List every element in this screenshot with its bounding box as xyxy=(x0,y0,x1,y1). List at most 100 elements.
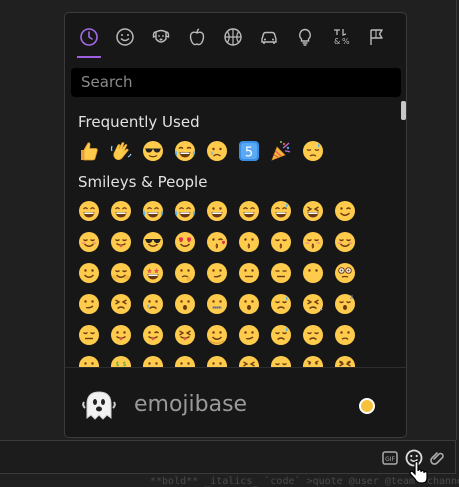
tab-food-drink[interactable] xyxy=(179,13,215,61)
emoji-waving-hand[interactable] xyxy=(105,135,137,166)
symbols-icon: &% xyxy=(334,29,350,46)
smileys-grid: z $ $ xyxy=(73,195,361,367)
emoji-hugging[interactable] xyxy=(105,257,137,288)
emoji-grin[interactable] xyxy=(105,195,137,226)
svg-text:%: % xyxy=(342,37,350,46)
tab-animals-nature[interactable] xyxy=(143,13,179,61)
tab-flags[interactable] xyxy=(359,13,395,61)
lightbulb-icon xyxy=(299,28,311,46)
tab-frequently-used[interactable] xyxy=(71,13,107,61)
apple-icon xyxy=(189,28,205,46)
emoji-slightly-smiling[interactable] xyxy=(73,257,105,288)
emoji-blush[interactable] xyxy=(73,226,105,257)
svg-text:z: z xyxy=(350,294,353,301)
ghost-icon xyxy=(82,391,116,420)
emoji-rofl[interactable] xyxy=(169,195,201,226)
emoji-rolling-eyes[interactable] xyxy=(329,257,361,288)
emoji-squinting-tongue[interactable] xyxy=(169,319,201,350)
emoji-relaxed[interactable] xyxy=(329,226,361,257)
emoji-heart-eyes[interactable] xyxy=(169,226,201,257)
emoji-thumbs-up[interactable] xyxy=(73,135,105,166)
basketball-icon xyxy=(224,28,242,46)
emoji-neutral[interactable] xyxy=(233,257,265,288)
emoji-money-mouth[interactable]: $ $ xyxy=(105,350,137,367)
emoji-grinning[interactable] xyxy=(73,195,105,226)
emoji-kissing-heart[interactable] xyxy=(201,226,233,257)
emoji-confounded[interactable] xyxy=(233,350,265,367)
emoji-smirk[interactable] xyxy=(73,288,105,319)
emoji-kissing-closed-eyes[interactable] xyxy=(297,226,329,257)
emoji-worried[interactable] xyxy=(297,350,329,367)
flag-icon xyxy=(370,29,383,45)
emoji-party-popper[interactable] xyxy=(265,135,297,166)
tab-travel-places[interactable] xyxy=(251,13,287,61)
emoji-keycap-five[interactable]: 5 xyxy=(233,135,265,166)
emoji-laughing[interactable] xyxy=(297,195,329,226)
emoji-disappointed-relieved[interactable] xyxy=(137,288,169,319)
tab-symbols[interactable]: &% xyxy=(323,13,359,61)
emoji-confused[interactable] xyxy=(329,319,361,350)
scrollbar[interactable] xyxy=(401,101,406,120)
smiley-icon xyxy=(116,28,134,46)
emoji-sleepy[interactable] xyxy=(265,288,297,319)
emoji-sunglasses[interactable] xyxy=(137,135,169,166)
clock-icon xyxy=(80,28,98,46)
divider xyxy=(456,0,457,440)
emoji-winking-tongue[interactable] xyxy=(137,319,169,350)
emoji-triumph[interactable] xyxy=(329,350,361,367)
emoji-no-mouth[interactable] xyxy=(297,257,329,288)
emoji-astonished[interactable] xyxy=(137,350,169,367)
attachment-icon[interactable] xyxy=(429,449,447,467)
tab-activity[interactable] xyxy=(215,13,251,61)
emoji-kissing[interactable] xyxy=(233,226,265,257)
hand-cursor-icon xyxy=(409,461,428,484)
emoji-star-struck[interactable] xyxy=(137,257,169,288)
emoji-downcast-sweat[interactable] xyxy=(297,135,329,166)
emoji-expressionless[interactable] xyxy=(265,257,297,288)
emoji-joy[interactable] xyxy=(137,195,169,226)
emoji-crying[interactable] xyxy=(201,135,233,166)
emoji-smile[interactable] xyxy=(233,195,265,226)
emoji-yum[interactable] xyxy=(105,226,137,257)
emoji-wink[interactable] xyxy=(329,195,361,226)
skin-tone-selector[interactable] xyxy=(359,398,375,414)
dog-icon xyxy=(152,29,170,43)
svg-text:&: & xyxy=(334,37,340,46)
emoji-kissing-smiling-eyes[interactable] xyxy=(265,226,297,257)
emoji-sleeping[interactable]: z xyxy=(329,288,361,319)
emoji-joy[interactable] xyxy=(169,135,201,166)
emoji-disappointed[interactable] xyxy=(265,350,297,367)
tab-smileys-people[interactable] xyxy=(107,13,143,61)
tab-objects[interactable] xyxy=(287,13,323,61)
emoji-upside-down[interactable] xyxy=(73,350,105,367)
category-title-smileys: Smileys & People xyxy=(78,173,208,191)
emoji-relieved[interactable] xyxy=(73,319,105,350)
emoji-slightly-frowning[interactable] xyxy=(201,350,233,367)
emoji-persevere[interactable] xyxy=(105,288,137,319)
search-input[interactable]: Search xyxy=(71,68,401,97)
emoji-unamused[interactable] xyxy=(233,319,265,350)
emoji-sweat-smile[interactable] xyxy=(265,195,297,226)
emoji-tired[interactable] xyxy=(297,288,329,319)
emoji-raised-eyebrow[interactable] xyxy=(201,257,233,288)
preview-emoji-name: emojibase xyxy=(134,392,248,417)
category-tabs: &% xyxy=(65,13,406,61)
message-composer[interactable]: GIF xyxy=(0,440,456,474)
emoji-pensive[interactable] xyxy=(297,319,329,350)
svg-text:5: 5 xyxy=(245,145,253,160)
emoji-picker: &% Search Frequently Used 5 Smileys & Pe… xyxy=(64,12,407,438)
emoji-sunglasses[interactable] xyxy=(137,226,169,257)
gif-icon[interactable]: GIF xyxy=(381,449,399,467)
emoji-scroll-area[interactable]: Frequently Used 5 Smileys & People z $ $ xyxy=(65,101,406,367)
car-icon xyxy=(261,31,277,44)
emoji-smiley[interactable] xyxy=(201,195,233,226)
emoji-open-mouth[interactable] xyxy=(169,288,201,319)
emoji-frowning[interactable] xyxy=(169,350,201,367)
emoji-zipper-mouth[interactable] xyxy=(201,288,233,319)
frequent-grid: 5 xyxy=(73,135,361,166)
emoji-stuck-out-tongue[interactable] xyxy=(105,319,137,350)
emoji-drooling[interactable] xyxy=(201,319,233,350)
emoji-sweat[interactable] xyxy=(265,319,297,350)
emoji-thinking[interactable] xyxy=(169,257,201,288)
emoji-hushed[interactable] xyxy=(233,288,265,319)
